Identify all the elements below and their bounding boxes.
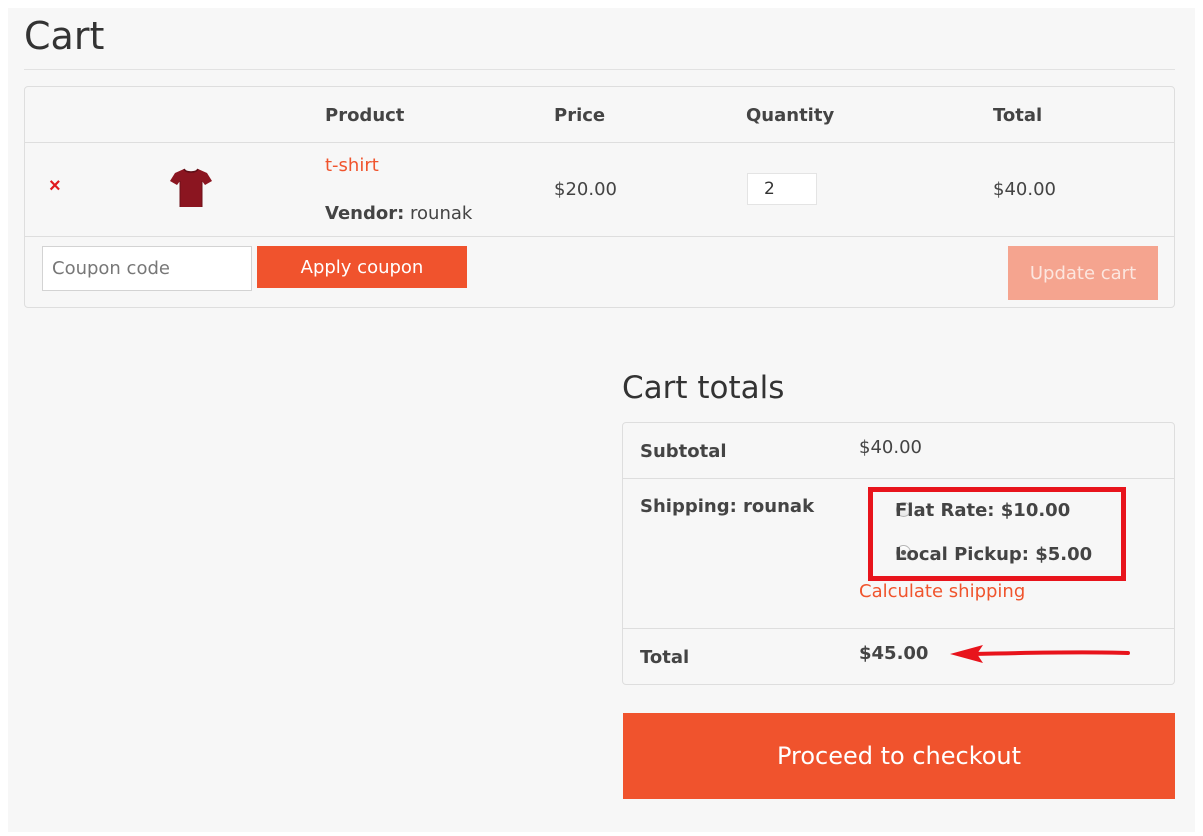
proceed-to-checkout-button[interactable]: Proceed to checkout	[623, 713, 1175, 799]
subtotal-value: $40.00	[859, 437, 922, 458]
shipping-divider	[623, 628, 1174, 629]
header-product: Product	[325, 105, 405, 126]
cart-table: Product Price Quantity Total × t-shirt V…	[24, 86, 1175, 308]
remove-item-icon[interactable]: ×	[49, 175, 61, 198]
update-cart-button[interactable]: Update cart	[1008, 246, 1158, 300]
quantity-input[interactable]	[747, 173, 817, 205]
cart-totals-title: Cart totals	[622, 370, 785, 406]
annotation-highlight-box	[868, 487, 1126, 581]
subtotal-divider	[623, 478, 1174, 479]
product-link[interactable]: t-shirt	[325, 155, 379, 176]
annotation-arrow-icon	[950, 645, 1130, 663]
header-total: Total	[993, 105, 1043, 126]
header-price: Price	[554, 105, 606, 126]
coupon-code-input[interactable]	[42, 246, 252, 291]
item-divider	[25, 236, 1174, 237]
apply-coupon-button[interactable]: Apply coupon	[257, 246, 467, 288]
tshirt-icon[interactable]	[167, 163, 215, 211]
vendor-label: Vendor:	[325, 203, 405, 224]
calculate-shipping-link[interactable]: Calculate shipping	[859, 581, 1025, 602]
header-quantity: Quantity	[746, 105, 835, 126]
shipping-label: Shipping: rounak	[640, 496, 815, 517]
total-label: Total	[640, 647, 690, 668]
total-value: $45.00	[859, 643, 929, 664]
subtotal-label: Subtotal	[640, 441, 727, 462]
item-total: $40.00	[993, 179, 1056, 200]
header-divider	[25, 142, 1174, 143]
page-title: Cart	[24, 14, 105, 58]
vendor-name: rounak	[410, 203, 473, 224]
title-divider	[24, 69, 1175, 70]
item-price: $20.00	[554, 179, 617, 200]
product-vendor: Vendor: rounak	[325, 203, 472, 224]
